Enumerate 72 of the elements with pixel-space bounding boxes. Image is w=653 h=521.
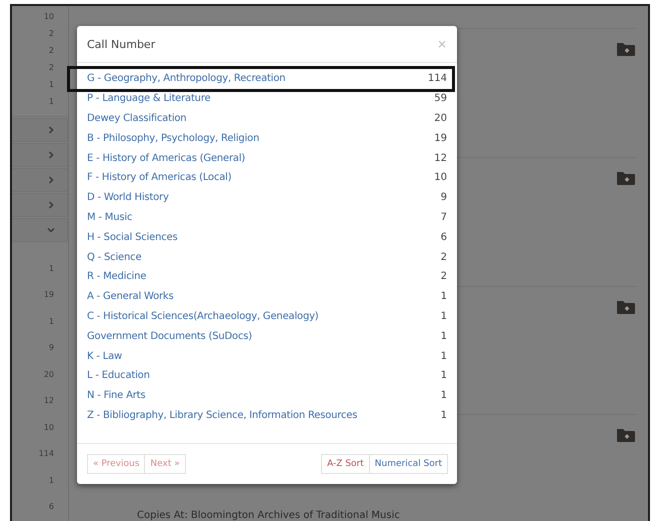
facet-link[interactable]: A - General Works [87, 291, 174, 302]
facet-link[interactable]: Z - Bibliography, Library Science, Information Resources [87, 410, 358, 421]
facet-link[interactable]: K - Law [87, 350, 122, 362]
copies-text: Copies At: Bloomington Archives of Traditional Music [136, 510, 401, 521]
facet-count: 9 [440, 192, 447, 204]
facet-count: 2 [48, 62, 55, 74]
facet-link[interactable]: Dewey Classification [87, 112, 186, 124]
facet-link[interactable]: M - Music [87, 212, 132, 223]
facet-link[interactable]: Q - Science [87, 252, 142, 263]
facet-count: 1 [440, 330, 447, 342]
facet-count: 20 [434, 112, 447, 124]
facet-header[interactable] [12, 168, 68, 192]
facet-header[interactable] [12, 118, 68, 142]
pager-button[interactable]: Next » [144, 454, 186, 474]
facet-header[interactable] [12, 142, 68, 167]
facet-link[interactable]: R - Medicine [87, 271, 146, 282]
chevron-icon [47, 200, 55, 209]
facet-count: 19 [434, 132, 447, 144]
facet-count: 1 [440, 291, 447, 302]
facet-count: 1 [48, 79, 55, 91]
facet-count: 1 [48, 316, 55, 328]
facet-count: 1 [48, 474, 55, 487]
chevron-icon [47, 126, 55, 134]
facet-count: 1 [440, 390, 447, 402]
facet-count: 10 [434, 172, 447, 184]
chevron-icon [47, 176, 55, 184]
facet-link[interactable]: C - Historical Sciences(Archaeology, Genealogy) [87, 310, 319, 322]
facet-count: 10 [42, 11, 55, 23]
pager-button[interactable]: « Previous [87, 454, 146, 474]
facet-count: 10 [42, 422, 55, 434]
folder-add-icon[interactable] [616, 41, 636, 57]
facet-count: 2 [440, 271, 447, 282]
sort-button[interactable]: A-Z Sort [321, 454, 370, 474]
dialog-title: Call Number [87, 38, 156, 50]
facet-count: 9 [48, 342, 55, 354]
facet-link[interactable]: N - Fine Arts [87, 390, 146, 402]
facet-count: 2 [440, 252, 447, 263]
facet-link[interactable]: H - Social Sciences [87, 232, 178, 243]
facet-count: 6 [48, 501, 55, 514]
facet-count: 6 [440, 232, 447, 243]
facet-count: 1 [48, 262, 55, 275]
facet-link[interactable]: E - History of Americas (General) [87, 152, 246, 164]
facet-count: 7 [440, 212, 447, 223]
facet-link[interactable]: G - Geography, Anthropology, Recreation [87, 73, 286, 84]
facet-count: 12 [434, 152, 447, 164]
facet-count: 12 [42, 395, 55, 408]
folder-add-icon[interactable] [616, 298, 636, 315]
facet-header[interactable] [12, 192, 68, 217]
facet-link[interactable]: Government Documents (SuDocs) [87, 330, 252, 342]
chevron-icon [47, 150, 55, 159]
facet-count: 59 [434, 93, 447, 104]
facet-link[interactable]: B - Philosophy, Psychology, Religion [87, 132, 260, 144]
facet-count: 1 [440, 350, 447, 362]
facet-count: 1 [440, 310, 447, 322]
folder-add-icon[interactable] [616, 427, 636, 444]
sort-button[interactable]: Numerical Sort [368, 454, 448, 474]
chevron-icon [47, 226, 55, 234]
facet-link[interactable]: L - Education [87, 370, 150, 382]
facet-count: 114 [38, 448, 55, 460]
facet-count: 1 [48, 96, 55, 108]
facet-count: 114 [428, 73, 447, 84]
facet-count: 20 [42, 368, 55, 381]
facet-link[interactable]: D - World History [87, 192, 169, 204]
facet-count: 2 [48, 45, 55, 57]
facet-header[interactable] [12, 218, 68, 242]
facet-count: 2 [48, 28, 55, 40]
facet-count: 19 [42, 289, 55, 302]
facet-link[interactable]: F - History of Americas (Local) [87, 172, 232, 184]
facet-link[interactable]: P - Language & Literature [87, 93, 210, 104]
folder-add-icon[interactable] [616, 170, 636, 186]
facet-count: 1 [440, 410, 447, 421]
facet-count: 1 [440, 370, 447, 382]
